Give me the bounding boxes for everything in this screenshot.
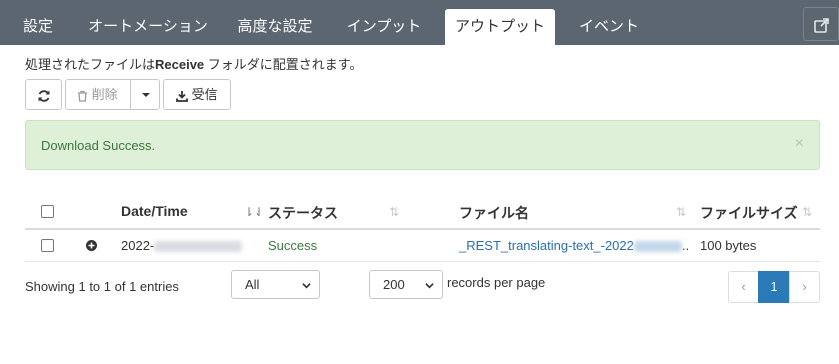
external-link-button[interactable] xyxy=(803,7,839,41)
sort-desc-icon[interactable]: ⇂⇃ xyxy=(244,205,264,219)
column-header-filename[interactable]: ファイル名 xyxy=(459,203,529,223)
entries-info: Showing 1 to 1 of 1 entries xyxy=(25,279,179,294)
pagination-page-1[interactable]: 1 xyxy=(758,271,790,303)
table-header: Date/Time ⇂⇃ ステータス ⇅ ファイル名 ⇅ ファイルサイズ ⇅ xyxy=(25,196,820,230)
caret-down-icon xyxy=(142,93,150,97)
column-header-datetime[interactable]: Date/Time xyxy=(121,203,188,219)
refresh-button[interactable] xyxy=(25,79,62,110)
tab-automation[interactable]: オートメーション xyxy=(78,9,218,45)
output-description: 処理されたファイルはReceive フォルダに配置されます。 xyxy=(25,57,363,72)
row-checkbox[interactable] xyxy=(41,239,54,252)
pagination-next-button[interactable]: › xyxy=(789,271,820,303)
tab-output[interactable]: アウトプット xyxy=(445,9,555,45)
column-header-filesize[interactable]: ファイルサイズ xyxy=(700,203,798,223)
tab-input[interactable]: インプット xyxy=(334,9,434,45)
pagination-prev-button[interactable]: ‹ xyxy=(728,271,759,303)
page-size-select[interactable]: 200 xyxy=(369,270,443,299)
receive-button[interactable]: 受信 xyxy=(163,79,231,110)
row-status: Success xyxy=(268,238,318,253)
tab-settings[interactable]: 設定 xyxy=(10,9,66,45)
tab-bar: 設定 オートメーション 高度な設定 インプット アウトプット イベント xyxy=(0,0,839,45)
row-filesize: 100 bytes xyxy=(700,238,757,253)
tab-events[interactable]: イベント xyxy=(567,9,651,45)
alert-close-button[interactable]: × xyxy=(795,135,804,153)
sort-icon-filesize[interactable]: ⇅ xyxy=(802,205,812,219)
receive-folder-name: Receive xyxy=(155,57,205,72)
external-link-icon xyxy=(814,18,829,33)
row-datetime: 2022- xyxy=(121,238,243,253)
redacted-datetime xyxy=(154,241,243,253)
select-all-checkbox[interactable] xyxy=(41,205,54,218)
sort-icon-status[interactable]: ⇅ xyxy=(389,205,399,219)
redacted-filename xyxy=(633,241,682,253)
success-alert: Download Success. × xyxy=(25,120,820,170)
row-filename-link[interactable]: _REST_translating-text_-2022.. xyxy=(459,238,689,253)
filter-select[interactable]: All xyxy=(231,270,320,299)
tab-advanced-settings[interactable]: 高度な設定 xyxy=(228,9,322,45)
column-header-status[interactable]: ステータス xyxy=(268,203,338,223)
download-icon xyxy=(176,90,188,102)
refresh-icon xyxy=(38,89,49,102)
chevron-down-icon xyxy=(302,283,311,289)
chevron-down-icon xyxy=(425,283,434,289)
delete-button[interactable]: 削除 xyxy=(65,79,131,110)
expand-row-icon[interactable] xyxy=(86,240,97,251)
alert-message: Download Success. xyxy=(41,138,156,153)
trash-icon xyxy=(78,90,87,102)
delete-options-dropdown[interactable] xyxy=(130,79,160,110)
sort-icon-filename[interactable]: ⇅ xyxy=(676,205,686,219)
records-per-page-label: records per page xyxy=(447,275,546,290)
table-row: 2022- Success _REST_translating-text_-20… xyxy=(25,230,820,262)
